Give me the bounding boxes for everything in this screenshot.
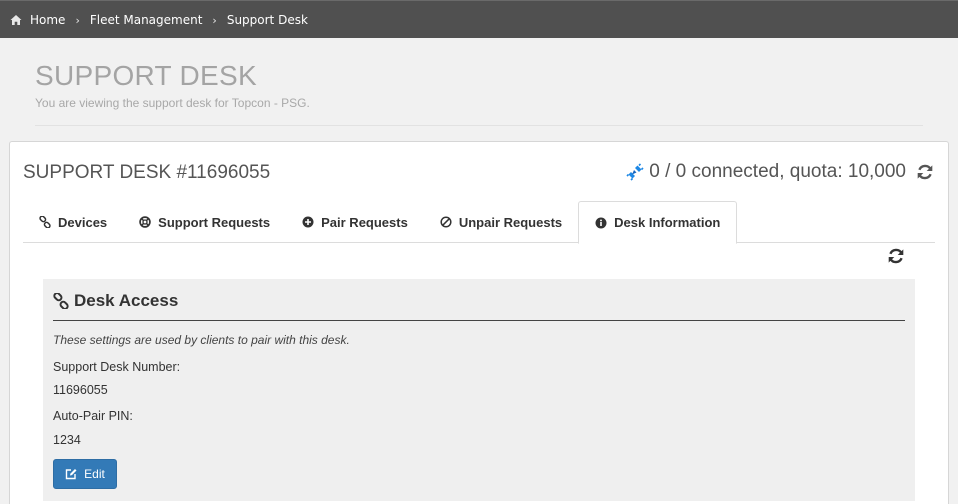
edit-button-label: Edit (84, 467, 105, 481)
page-subtitle: You are viewing the support desk for Top… (35, 96, 310, 110)
plug-icon (626, 163, 644, 181)
page-title: SUPPORT DESK (35, 60, 257, 91)
tab-bar: Devices Support Requests Pair Requests U… (23, 201, 935, 244)
tab-pair-requests-label: Pair Requests (321, 214, 408, 230)
connection-text: 0 / 0 connected, quota: 10,000 (649, 161, 906, 182)
auto-pair-pin-label: Auto-Pair PIN: (53, 409, 133, 423)
desk-number-value: 11696055 (53, 383, 108, 397)
tab-unpair-requests[interactable]: Unpair Requests (424, 201, 578, 243)
breadcrumb-fleet-management-link[interactable]: Fleet Management (90, 13, 203, 27)
info-circle-icon (595, 217, 607, 228)
desk-access-panel: Desk Access These settings are used by c… (43, 279, 915, 501)
tab-devices[interactable]: Devices (23, 201, 123, 243)
breadcrumb: Home › Fleet Management › Support Desk (10, 1, 308, 39)
panel-title: Desk Access (53, 291, 178, 311)
chevron-right-icon: › (212, 13, 217, 27)
tab-unpair-requests-label: Unpair Requests (458, 214, 563, 230)
panel-divider (53, 320, 905, 321)
desk-title: SUPPORT DESK #11696055 (23, 162, 271, 183)
panel-description: These settings are used by clients to pa… (53, 333, 350, 347)
breadcrumb-bar: Home › Fleet Management › Support Desk (0, 0, 958, 38)
edit-icon (65, 469, 77, 480)
chevron-right-icon: › (75, 13, 80, 27)
tab-support-requests-label: Support Requests (158, 214, 271, 230)
tab-devices-label: Devices (58, 214, 108, 230)
ban-icon (440, 216, 452, 228)
tab-support-requests[interactable]: Support Requests (123, 201, 286, 243)
refresh-icon[interactable] (916, 163, 934, 181)
link-icon (39, 216, 51, 228)
desk-number-label: Support Desk Number: (53, 360, 181, 374)
tab-desk-information[interactable]: Desk Information (578, 201, 738, 244)
refresh-icon[interactable] (887, 247, 905, 265)
panel-title-text: Desk Access (74, 291, 179, 310)
link-icon (53, 293, 69, 309)
tab-pair-requests[interactable]: Pair Requests (286, 201, 424, 243)
auto-pair-pin-value: 1234 (53, 433, 81, 447)
support-desk-card: SUPPORT DESK #11696055 0 / 0 connected, … (9, 141, 949, 504)
plus-circle-icon (302, 216, 314, 228)
home-icon (10, 15, 22, 25)
breadcrumb-home-link[interactable]: Home (30, 13, 65, 27)
header-divider (35, 125, 923, 126)
breadcrumb-current: Support Desk (226, 13, 308, 27)
edit-button[interactable]: Edit (53, 459, 117, 489)
life-ring-icon (139, 216, 151, 228)
tab-desk-information-label: Desk Information (614, 215, 721, 230)
connection-status: 0 / 0 connected, quota: 10,000 (626, 161, 934, 183)
